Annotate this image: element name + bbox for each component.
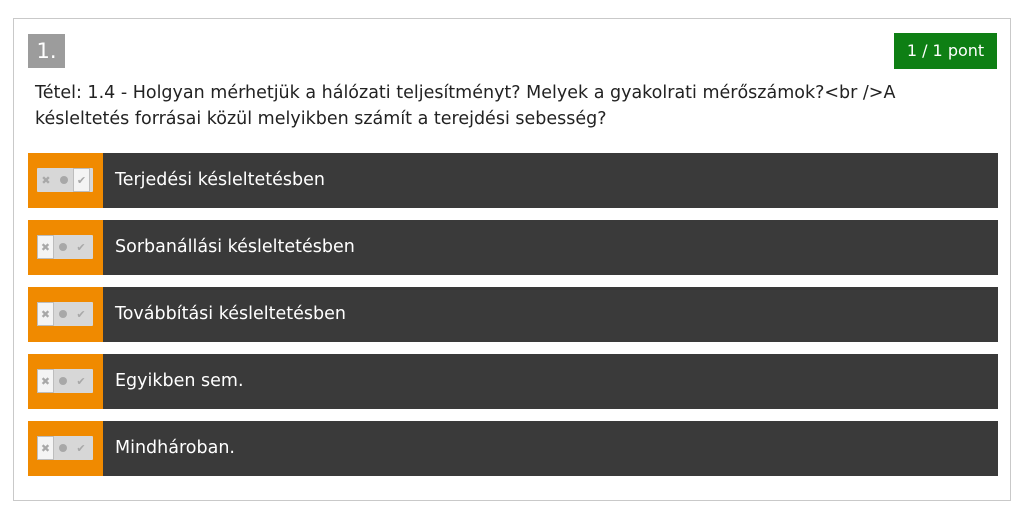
question-text: Tétel: 1.4 - Holgyan mérhetjük a hálózat… — [35, 83, 896, 129]
cross-icon[interactable]: ✖ — [37, 369, 54, 393]
tristate-toggle[interactable]: ✖ ✔ — [28, 421, 103, 476]
answer-option[interactable]: ✖ ✔ Terjedési késleltetésben — [28, 153, 998, 208]
answer-option[interactable]: ✖ ✔ Sorbanállási késleltetésben — [28, 220, 998, 275]
question-card: 1. 1 / 1 pont Tétel: 1.4 - Holgyan mérhe… — [13, 18, 1011, 501]
tristate-switch[interactable]: ✖ ✔ — [37, 369, 93, 393]
dot-icon[interactable] — [54, 235, 72, 259]
answer-label: Mindhároban. — [115, 438, 235, 458]
check-icon[interactable]: ✔ — [72, 436, 90, 460]
cross-icon[interactable]: ✖ — [37, 302, 54, 326]
check-icon[interactable]: ✔ — [73, 168, 90, 192]
dot-icon[interactable] — [54, 302, 72, 326]
check-icon[interactable]: ✔ — [72, 235, 90, 259]
tristate-toggle[interactable]: ✖ ✔ — [28, 153, 103, 208]
dot-icon[interactable] — [55, 168, 73, 192]
answer-label: Terjedési késleltetésben — [115, 170, 325, 190]
tristate-toggle[interactable]: ✖ ✔ — [28, 287, 103, 342]
answer-label: Sorbanállási késleltetésben — [115, 237, 355, 257]
answer-label: Egyikben sem. — [115, 371, 244, 391]
cross-icon[interactable]: ✖ — [37, 168, 55, 192]
answer-option[interactable]: ✖ ✔ Egyikben sem. — [28, 354, 998, 409]
cross-icon[interactable]: ✖ — [37, 436, 54, 460]
check-icon[interactable]: ✔ — [72, 369, 90, 393]
dot-icon[interactable] — [54, 369, 72, 393]
tristate-switch[interactable]: ✖ ✔ — [37, 168, 93, 192]
tristate-switch[interactable]: ✖ ✔ — [37, 235, 93, 259]
dot-icon[interactable] — [54, 436, 72, 460]
tristate-switch[interactable]: ✖ ✔ — [37, 302, 93, 326]
answer-option[interactable]: ✖ ✔ Mindhároban. — [28, 421, 998, 476]
check-icon[interactable]: ✔ — [72, 302, 90, 326]
tristate-toggle[interactable]: ✖ ✔ — [28, 220, 103, 275]
answer-label: Továbbítási késleltetésben — [115, 304, 346, 324]
answer-list: ✖ ✔ Terjedési késleltetésben ✖ ✔ Sorbaná… — [28, 153, 998, 488]
question-number: 1. — [28, 34, 65, 68]
tristate-toggle[interactable]: ✖ ✔ — [28, 354, 103, 409]
tristate-switch[interactable]: ✖ ✔ — [37, 436, 93, 460]
score-badge: 1 / 1 pont — [894, 33, 997, 69]
cross-icon[interactable]: ✖ — [37, 235, 54, 259]
answer-option[interactable]: ✖ ✔ Továbbítási késleltetésben — [28, 287, 998, 342]
